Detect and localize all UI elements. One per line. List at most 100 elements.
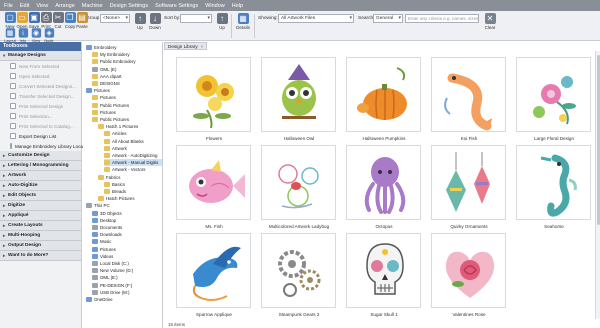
- tree-node[interactable]: New Volume (D:): [92, 267, 162, 274]
- design-thumbnail[interactable]: [346, 233, 421, 308]
- node-button[interactable]: ◈ Node: [42, 28, 56, 43]
- menu-item-machine[interactable]: Machine: [82, 3, 103, 9]
- tree-node[interactable]: Public Pictures: [92, 102, 162, 109]
- tree-node[interactable]: Documents: [92, 224, 162, 231]
- section-lettering-monogramming[interactable]: ▸ Lettering / Monogramming: [0, 161, 81, 171]
- tree-node[interactable]: Artwork - Vectors: [104, 166, 162, 173]
- docker-command[interactable]: Print Selected Design: [0, 101, 81, 111]
- design-thumbnail[interactable]: [261, 233, 336, 308]
- design-thumbnail[interactable]: [261, 145, 336, 220]
- tree-node[interactable]: Pictures: [92, 109, 162, 116]
- section-edit-objects[interactable]: ▸ Edit Objects: [0, 191, 81, 201]
- design-thumbnail[interactable]: [516, 145, 591, 220]
- tree-node[interactable]: Hatch Pictures: [98, 195, 162, 202]
- section-create-layouts[interactable]: ▸ Create Layouts: [0, 221, 81, 231]
- tree-node[interactable]: Local Disk (C:): [92, 260, 162, 267]
- tree-node[interactable]: All About Blanks: [104, 138, 162, 145]
- tree-node[interactable]: Public Pictures: [92, 116, 162, 123]
- gallery-scrollbar[interactable]: [595, 51, 600, 319]
- section-artwork[interactable]: ▸ Artwork: [0, 171, 81, 181]
- info-button[interactable]: i Info: [16, 28, 30, 43]
- menu-item-software-settings[interactable]: Software Settings: [155, 3, 198, 9]
- tree-node[interactable]: 3D Objects: [92, 210, 162, 217]
- design-thumbnail[interactable]: [346, 57, 421, 132]
- tree-node[interactable]: OneDrive: [86, 296, 162, 303]
- paste-button[interactable]: ▤ Paste: [74, 12, 90, 29]
- tree-node-label: AAA clipart: [100, 73, 122, 79]
- section-manage-designs[interactable]: ▾ Manage Designs: [0, 51, 81, 61]
- tree-node[interactable]: AAA clipart: [92, 73, 162, 80]
- design-thumbnail[interactable]: [176, 57, 251, 132]
- tree-node[interactable]: Desktop: [92, 217, 162, 224]
- section-digitize[interactable]: ▸ Digitize: [0, 201, 81, 211]
- docker-command[interactable]: Print Selected to Catalog...: [0, 121, 81, 131]
- tree-node[interactable]: Embroidery: [86, 44, 162, 51]
- docker-command[interactable]: New From Selected: [0, 61, 81, 71]
- docker-command[interactable]: Transfer Selected Design...: [0, 91, 81, 101]
- search-scope-select[interactable]: General ▾: [373, 14, 403, 23]
- group-up-button[interactable]: ↑ Up: [132, 13, 148, 30]
- menu-item-arrange[interactable]: Arrange: [55, 3, 75, 9]
- toolbar: Group by: <None> ▾ ↑ Up ↓ Down Sort by: ▾ ↑…: [0, 11, 600, 43]
- menu-item-edit[interactable]: Edit: [20, 3, 29, 9]
- tree-node[interactable]: Downloads: [92, 231, 162, 238]
- details-button[interactable]: ▦ Details: [235, 13, 251, 30]
- design-thumbnail[interactable]: [261, 57, 336, 132]
- section-output-design[interactable]: ▸ Output Design: [0, 241, 81, 251]
- menu-item-view[interactable]: View: [36, 3, 48, 9]
- tree-node[interactable]: Pictures: [86, 87, 162, 94]
- tree-node[interactable]: PE-DESIGN (F:): [92, 282, 162, 289]
- section-multi-hooping[interactable]: ▸ Multi-Hooping: [0, 231, 81, 241]
- layout-button[interactable]: ▦ Layout: [3, 28, 17, 43]
- view-button[interactable]: ◉ View: [29, 28, 43, 43]
- group-down-button[interactable]: ↓ Down: [147, 13, 163, 30]
- menu-item-help[interactable]: Help: [232, 3, 243, 9]
- docker-command[interactable]: Manage Embroidery Library Loca...: [0, 141, 87, 151]
- design-thumbnail[interactable]: [431, 145, 506, 220]
- tree-node[interactable]: Videos: [92, 253, 162, 260]
- design-thumbnail[interactable]: [431, 233, 506, 308]
- menu-item-file[interactable]: File: [4, 3, 13, 9]
- design-thumbnail[interactable]: [346, 145, 421, 220]
- tree-node[interactable]: This PC: [86, 202, 162, 209]
- section-appliqu-[interactable]: ▸ Appliqué: [0, 211, 81, 221]
- docker-command[interactable]: Export Design List: [0, 131, 81, 141]
- tree-node[interactable]: Pictures: [92, 246, 162, 253]
- tree-node[interactable]: Pictures: [92, 94, 162, 101]
- showing-select[interactable]: All Artwork Files ▾: [278, 14, 354, 23]
- tree-node[interactable]: Artwork - Manual Digitis: [104, 159, 162, 167]
- sort-by-select[interactable]: ▾: [180, 14, 212, 23]
- tree-node[interactable]: Music: [92, 238, 162, 245]
- group-by-select[interactable]: <None> ▾: [100, 14, 130, 23]
- tree-node[interactable]: OML (E:): [92, 274, 162, 281]
- design-thumbnail[interactable]: [516, 57, 591, 132]
- sort-up-button[interactable]: ↑ Up: [214, 13, 230, 30]
- tree-node[interactable]: Hatch 1 Pictures: [98, 123, 162, 130]
- design-thumbnail[interactable]: [176, 233, 251, 308]
- tree-node[interactable]: My Embroidery: [92, 51, 162, 58]
- tree-node[interactable]: OML (E): [92, 66, 162, 73]
- clear-button[interactable]: ✕ Clear: [482, 13, 498, 30]
- tree-node[interactable]: Artwork - AutoDigitizing: [104, 152, 162, 159]
- docker-command[interactable]: Convert Selected Designs...: [0, 81, 81, 91]
- tree-node[interactable]: Basics: [104, 181, 162, 188]
- design-thumbnail[interactable]: [431, 57, 506, 132]
- design-thumbnail[interactable]: [176, 145, 251, 220]
- close-icon[interactable]: ×: [201, 44, 204, 49]
- tree-node[interactable]: Breads: [104, 188, 162, 195]
- menu-item-design-settings[interactable]: Design Settings: [110, 3, 149, 9]
- tree-node[interactable]: DESIGNS: [92, 80, 162, 87]
- section-want-to-do-more-[interactable]: ▸ Want to do More?: [0, 251, 81, 261]
- section-customize-design[interactable]: ▸ Customize Design: [0, 151, 81, 161]
- docker-command[interactable]: Open Selected: [0, 71, 81, 81]
- tab-design-library[interactable]: Design Library ×: [164, 42, 208, 50]
- tree-node[interactable]: Articles: [104, 130, 162, 137]
- tree-node[interactable]: Public Embroidery: [92, 58, 162, 65]
- docker-command[interactable]: Print Selection...: [0, 111, 81, 121]
- menu-item-window[interactable]: Window: [205, 3, 225, 9]
- search-input[interactable]: Enter any criteria e.g. names, sizes, <,…: [405, 14, 479, 23]
- tree-node[interactable]: Artwork: [104, 145, 162, 152]
- tree-node[interactable]: Fabrics: [98, 174, 162, 181]
- tree-node[interactable]: USB Drive (M:): [92, 289, 162, 296]
- section-auto-digitize[interactable]: ▸ Auto-Digitize: [0, 181, 81, 191]
